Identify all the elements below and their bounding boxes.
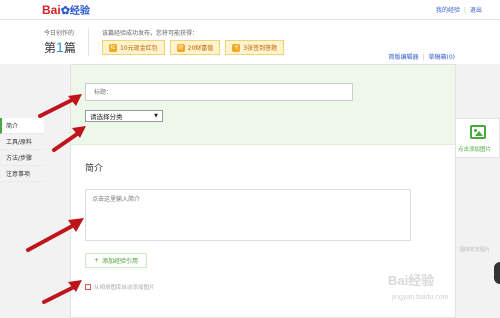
arrow-to-category-icon xyxy=(52,126,86,152)
picture-icon xyxy=(470,125,486,139)
reward-cash: 红 10元现金红包 xyxy=(102,40,165,55)
category-select[interactable]: 请选择分类 ▼ xyxy=(85,110,163,122)
paw-icon: ✿ xyxy=(60,5,70,17)
article-count: 第1篇 xyxy=(44,39,76,56)
count-prefix: 第 xyxy=(44,41,57,55)
category-label: 请选择分类 xyxy=(90,113,123,121)
my-exp-link[interactable]: 我的经验 xyxy=(436,7,460,14)
reward-label: 20财富值 xyxy=(187,45,214,52)
nav-item-intro[interactable]: 简介 xyxy=(0,118,44,134)
nav-item-tools[interactable]: 工具/原料 xyxy=(0,134,44,150)
coin-icon: 财 xyxy=(176,43,185,52)
reward-hint: 该篇经验成功发布，您将可能获得： xyxy=(102,30,199,37)
drafts-link[interactable]: 草稿箱(0) xyxy=(429,54,456,61)
reward-card: 卡 3张签到答题 xyxy=(225,40,285,55)
red-packet-icon: 红 xyxy=(109,43,117,52)
card-icon: 卡 xyxy=(232,43,241,52)
auto-add-option[interactable]: 从相册图库自动添加图片 xyxy=(85,283,155,291)
divider: | xyxy=(422,54,425,61)
nav-item-notes[interactable]: 注意事项 xyxy=(0,166,44,182)
arrow-to-intro-icon xyxy=(26,218,84,252)
header: 今日创作的 第1篇 该篇经验成功发布，您将可能获得： 红 10元现金红包 财 20财… xyxy=(0,20,500,64)
add-picture-label: 点击添加图片 xyxy=(458,147,492,153)
logo-suffix: 经验 xyxy=(69,6,90,17)
arrow-to-title-icon xyxy=(38,94,82,118)
baidu-jingyan-logo[interactable]: Bai✿经验 xyxy=(42,2,90,17)
reward-list: 红 10元现金红包 财 20财富值 卡 3张签到答题 xyxy=(102,40,285,55)
reward-label: 3张签到答题 xyxy=(243,45,278,52)
count-number: 1 xyxy=(56,39,64,55)
nav-item-steps[interactable]: 方法/步骤 xyxy=(0,150,44,166)
logo-brand: Bai xyxy=(42,3,61,17)
reward-wealth: 财 20财富值 xyxy=(169,40,221,55)
logout-link[interactable]: 退出 xyxy=(470,7,482,14)
title-input[interactable] xyxy=(85,83,353,101)
simple-editor-link[interactable]: 简版编辑器 xyxy=(388,54,418,61)
scrollbar-handle[interactable] xyxy=(494,262,500,284)
add-reference-button[interactable]: + 添加经验引用 xyxy=(85,253,148,268)
editor-links: 简版编辑器 | 草稿箱(0) xyxy=(388,52,455,61)
reward-label: 10元现金红包 xyxy=(120,45,158,52)
section-nav: 简介 工具/原料 方法/步骤 注意事项 xyxy=(0,118,44,182)
plus-icon: + xyxy=(94,257,100,264)
count-suffix: 篇 xyxy=(63,41,76,55)
top-bar: Bai✿经验 我的经验 | 退出 xyxy=(0,0,500,20)
intro-textarea[interactable] xyxy=(85,189,411,241)
title-zone: 请选择分类 ▼ xyxy=(71,65,455,145)
auto-add-label: 从相册图库自动添加图片 xyxy=(94,285,155,291)
divider xyxy=(88,28,89,56)
add-picture-panel[interactable]: 点击添加图片 xyxy=(456,118,500,158)
intro-heading: 简介 xyxy=(85,164,104,174)
watermark-brand: Bai经验 xyxy=(388,273,435,288)
no-picture-note: 图库暂无图片 xyxy=(460,247,491,253)
add-reference-label: 添加经验引用 xyxy=(102,258,139,265)
today-label: 今日创作的 xyxy=(44,30,75,37)
divider: | xyxy=(463,7,466,14)
arrow-to-auto-add-icon xyxy=(42,280,82,304)
chevron-down-icon: ▼ xyxy=(154,113,158,119)
top-links: 我的经验 | 退出 xyxy=(436,5,482,14)
watermark-url: jingyan.baidu.com xyxy=(392,294,449,301)
